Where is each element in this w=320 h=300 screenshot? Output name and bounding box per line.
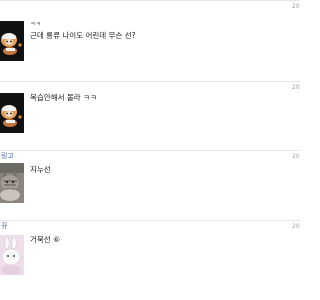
comment-item: 링고 20 지누선: [0, 150, 300, 221]
comment-text: 근데 롱류 나이도 어린데 무슨 선?: [30, 31, 136, 40]
comment-time: 20: [292, 3, 300, 10]
comment-time: 20: [292, 84, 300, 91]
comment-text: 지누선: [30, 165, 51, 174]
comment-feed: 20 ㅋㅋ 근데 롱류 나이도 어린데 무슨 선? 20 복습안해서 몰라 ㅋㅋ…: [0, 0, 300, 300]
comment-item: 20 ㅋㅋ 근데 롱류 나이도 어린데 무슨 선?: [0, 0, 300, 73]
author-name[interactable]: 링고: [1, 152, 14, 160]
bunny-character-icon[interactable]: [0, 235, 24, 275]
comment-item: 뀨 20 거북선 ⑥: [0, 220, 300, 300]
comment-time: 20: [292, 153, 300, 160]
comment-text: 거북선 ⑥: [30, 235, 60, 244]
chibi-character-icon[interactable]: [0, 93, 24, 133]
comment-time: 20: [292, 223, 300, 230]
chibi-character-icon[interactable]: [0, 21, 24, 61]
comment-item: 20 복습안해서 몰라 ㅋㅋ: [0, 81, 300, 152]
author-name[interactable]: 뀨: [1, 222, 7, 230]
reply-prefix: ㅋㅋ: [30, 21, 42, 28]
comment-text: 복습안해서 몰라 ㅋㅋ: [30, 93, 97, 102]
cat-photo-icon[interactable]: [0, 163, 24, 203]
